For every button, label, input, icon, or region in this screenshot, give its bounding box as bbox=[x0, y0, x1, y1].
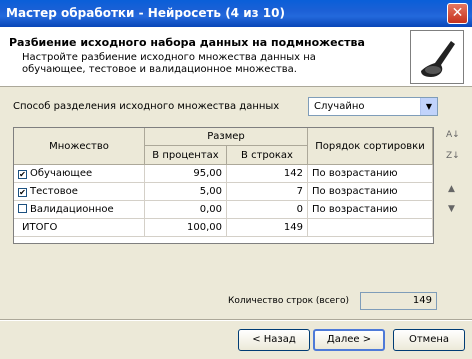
row-order[interactable]: По возрастанию bbox=[308, 165, 433, 183]
row-checkbox[interactable]: ✔ bbox=[18, 170, 27, 179]
wizard-logo bbox=[410, 30, 464, 84]
row-count[interactable]: 142 bbox=[227, 165, 308, 183]
total-label: ИТОГО bbox=[14, 219, 145, 237]
move-down-icon[interactable]: ▼ bbox=[448, 204, 455, 214]
sort-ascending-icon[interactable]: A↓ bbox=[446, 130, 460, 140]
back-button[interactable]: < Назад bbox=[238, 329, 310, 351]
row-checkbox[interactable]: ✔ bbox=[18, 188, 27, 197]
split-method-label: Способ разделения исходного множества да… bbox=[13, 101, 280, 112]
move-up-icon[interactable]: ▲ bbox=[448, 184, 455, 194]
pipe-icon bbox=[421, 41, 455, 77]
row-count[interactable]: 7 bbox=[227, 183, 308, 201]
col-header-set[interactable]: Множество bbox=[14, 128, 145, 165]
footer-divider bbox=[0, 319, 472, 321]
row-order[interactable]: По возрастанию bbox=[308, 201, 433, 219]
table-row[interactable]: ✔ Тестовое bbox=[14, 183, 145, 201]
row-checkbox[interactable] bbox=[18, 204, 27, 213]
row-count-label: Количество строк (всего) bbox=[228, 296, 349, 306]
col-header-order[interactable]: Порядок сортировки bbox=[308, 128, 433, 165]
col-header-percent[interactable]: В процентах bbox=[145, 146, 227, 165]
title-bar: Мастер обработки - Нейросеть (4 из 10) ✕ bbox=[0, 0, 472, 27]
row-order[interactable]: По возрастанию bbox=[308, 183, 433, 201]
split-method-select[interactable]: Случайно ▼ bbox=[308, 97, 438, 116]
step-description: Настройте разбиение исходного множества … bbox=[22, 52, 316, 75]
row-count-value: 149 bbox=[360, 292, 437, 310]
total-order-empty bbox=[308, 219, 433, 237]
col-header-size: Размер bbox=[145, 128, 308, 146]
row-name: Валидационное bbox=[30, 204, 114, 215]
split-method-value: Случайно bbox=[314, 101, 365, 112]
row-name: Обучающее bbox=[30, 168, 93, 179]
chevron-down-icon[interactable]: ▼ bbox=[420, 98, 437, 115]
close-button[interactable]: ✕ bbox=[447, 3, 468, 24]
window-title: Мастер обработки - Нейросеть (4 из 10) bbox=[6, 6, 285, 20]
close-icon: ✕ bbox=[451, 5, 464, 21]
row-percent[interactable]: 95,00 bbox=[145, 165, 227, 183]
row-count[interactable]: 0 bbox=[227, 201, 308, 219]
row-percent[interactable]: 5,00 bbox=[145, 183, 227, 201]
step-title: Разбиение исходного набора данных на под… bbox=[9, 36, 365, 49]
table-row[interactable]: ✔ Обучающее bbox=[14, 165, 145, 183]
total-percent: 100,00 bbox=[145, 219, 227, 237]
row-percent[interactable]: 0,00 bbox=[145, 201, 227, 219]
cancel-button[interactable]: Отмена bbox=[393, 329, 465, 351]
total-rows: 149 bbox=[227, 219, 308, 237]
wizard-header: Разбиение исходного набора данных на под… bbox=[0, 27, 472, 87]
next-button[interactable]: Далее > bbox=[313, 329, 385, 351]
row-name: Тестовое bbox=[30, 186, 78, 197]
table-row[interactable]: Валидационное bbox=[14, 201, 145, 219]
subset-table: Множество Размер В процентах В строках П… bbox=[13, 127, 434, 244]
sort-descending-icon[interactable]: Z↓ bbox=[446, 151, 460, 161]
col-header-rows[interactable]: В строках bbox=[227, 146, 308, 165]
